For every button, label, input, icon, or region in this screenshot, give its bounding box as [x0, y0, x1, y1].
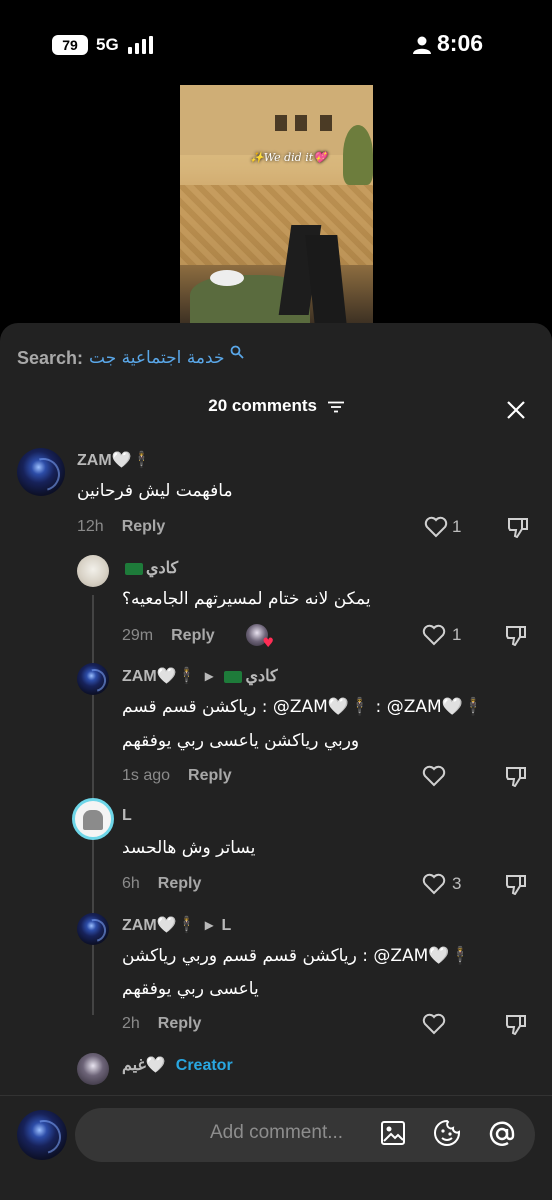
search-query[interactable]: خدمة اجتماعية جت	[89, 348, 224, 368]
like-icon[interactable]	[422, 765, 446, 787]
comment-text: يمكن لانه ختام لمسيرتهم الجامعيه؟	[122, 589, 371, 609]
emoji-icon[interactable]	[433, 1119, 461, 1147]
reply-button[interactable]: Reply	[158, 1015, 202, 1032]
comment-time: 1s ago	[122, 767, 171, 784]
dislike-icon[interactable]	[506, 516, 530, 538]
like-count: 1	[452, 517, 462, 536]
comments-count: 20 comments	[208, 396, 317, 415]
avatar[interactable]	[77, 913, 109, 945]
dislike-icon[interactable]	[504, 765, 528, 787]
flag-icon	[224, 670, 243, 683]
comment-meta: 1s ago Reply	[122, 767, 232, 785]
comment-meta: 6h Reply	[122, 875, 201, 893]
search-suggestion[interactable]: Search: خدمة اجتماعية جت	[17, 345, 245, 371]
comment-text: يساتر وش هالحسد	[122, 838, 256, 858]
clock: 8:06	[437, 30, 484, 56]
battery-indicator: 79	[52, 35, 88, 55]
reply-to-username: كادي	[245, 668, 278, 685]
status-bar: 79 5G 8:06	[0, 0, 552, 90]
comment-meta: 29m Reply	[122, 627, 215, 645]
dislike-icon[interactable]	[504, 1013, 528, 1035]
comments-header: 20 comments	[0, 396, 552, 416]
username-text: غيم🤍	[122, 1057, 166, 1074]
mention-icon[interactable]	[487, 1119, 517, 1149]
reply-to-username: L	[221, 917, 232, 934]
comment-time: 12h	[77, 518, 104, 535]
close-icon[interactable]	[505, 399, 527, 421]
like-count: 1	[452, 625, 462, 644]
comment-username[interactable]: ZAM🤍🕴	[77, 450, 152, 470]
reply-arrow-icon: ▸	[204, 917, 213, 934]
comment-username[interactable]: كادي	[122, 558, 178, 578]
comment-input-placeholder[interactable]: Add comment...	[210, 1122, 343, 1144]
creator-liked-avatar	[246, 624, 274, 651]
reply-arrow-icon: ▸	[204, 668, 213, 685]
comment-username[interactable]: ZAM🤍🕴 ▸ L	[122, 915, 231, 935]
avatar[interactable]	[77, 663, 109, 695]
like-icon[interactable]	[422, 1013, 446, 1035]
dislike-icon[interactable]	[504, 873, 528, 895]
comment-text: رياكشن قسم قسم وربي رياكشن : @ZAM🤍🕴	[122, 946, 471, 966]
comment-username[interactable]: ZAM🤍🕴 ▸ كادي	[122, 666, 278, 686]
comment-meta: 2h Reply	[122, 1015, 201, 1033]
comment-text: مافهمت ليش فرحانين	[77, 481, 233, 501]
reply-button[interactable]: Reply	[122, 518, 166, 535]
reply-button[interactable]: Reply	[188, 767, 232, 784]
comment-username[interactable]: غيم🤍 Creator	[122, 1055, 233, 1075]
like-icon[interactable]	[424, 516, 448, 538]
search-icon	[231, 345, 245, 359]
avatar[interactable]	[77, 555, 109, 587]
dislike-icon[interactable]	[504, 624, 528, 646]
comment-text-line2: ياعسى ربي يوفقهم	[122, 979, 259, 999]
like-icon[interactable]	[422, 624, 446, 646]
avatar[interactable]	[77, 1053, 109, 1085]
video-preview[interactable]: ✨We did it💖	[180, 85, 373, 325]
username-text: ZAM🤍🕴	[122, 917, 197, 934]
creator-badge: Creator	[175, 1057, 233, 1074]
comment-time: 2h	[122, 1015, 140, 1032]
comment-meta: 12h Reply	[77, 518, 165, 536]
signal-bars-icon	[128, 36, 160, 54]
comment-time: 29m	[122, 627, 154, 644]
sort-filter-icon[interactable]	[327, 401, 344, 413]
like-count: 3	[452, 874, 462, 893]
flag-icon	[125, 562, 143, 575]
avatar[interactable]	[17, 448, 65, 496]
comment-username[interactable]: L	[122, 807, 132, 825]
username-text: ZAM🤍🕴	[122, 668, 197, 685]
comment-text: رياكشن قسم قسم : @ZAM🤍🕴 : @ZAM🤍🕴	[122, 697, 484, 717]
image-icon[interactable]	[380, 1120, 406, 1146]
reply-button[interactable]: Reply	[171, 627, 215, 644]
reply-button[interactable]: Reply	[158, 875, 202, 892]
like-icon[interactable]	[422, 873, 446, 895]
network-type: 5G	[96, 35, 119, 54]
username-text: كادي	[146, 560, 179, 577]
person-icon	[413, 36, 431, 54]
search-label: Search:	[17, 347, 84, 368]
video-caption: ✨We did it💖	[250, 151, 327, 164]
comment-time: 6h	[122, 875, 140, 892]
comment-text-line2: وربي رياكشن ياعسى ربي يوفقهم	[122, 731, 360, 751]
avatar[interactable]	[72, 798, 114, 840]
current-user-avatar	[17, 1110, 67, 1160]
